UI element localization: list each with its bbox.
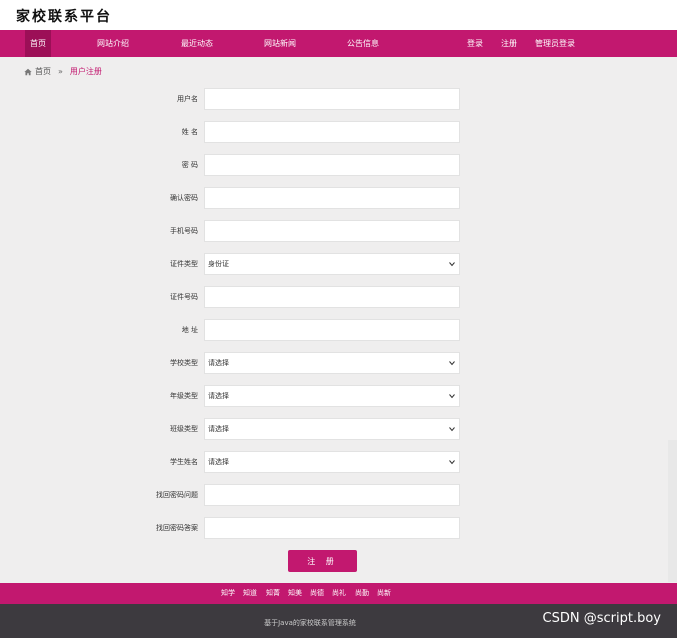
register-submit-button[interactable]: 注 册 (288, 550, 357, 572)
nav-register-link[interactable]: 注册 (501, 30, 517, 57)
form-row-password: 密 码 (150, 154, 470, 176)
footer-copyright: 基于Java的家校联系管理系统 (264, 619, 356, 627)
password-input[interactable] (204, 154, 460, 176)
username-label: 用户名 (177, 95, 198, 103)
form-row-security-question: 找回密码问题 (150, 484, 470, 506)
footer-link[interactable]: 知美 (288, 583, 302, 604)
password-label: 密 码 (181, 161, 198, 169)
side-decoration (668, 440, 677, 582)
class-type-selected-value: 请选择 (208, 425, 229, 433)
id-type-selected-value: 身份证 (208, 260, 229, 268)
nav-item-about[interactable]: 网站介绍 (97, 30, 129, 57)
security-question-input[interactable] (204, 484, 460, 506)
nav-item-notices[interactable]: 公告信息 (347, 30, 379, 57)
footer-link[interactable]: 尚勤 (355, 583, 369, 604)
id-type-label: 证件类型 (170, 260, 198, 268)
main-nav: 首页 网站介绍 最近动态 网站新闻 公告信息 登录 注册 管理员登录 (0, 30, 677, 57)
chevron-down-icon (449, 427, 455, 432)
footer-link[interactable]: 知学 (221, 583, 235, 604)
student-name-label: 学生姓名 (170, 458, 198, 466)
grade-type-select[interactable]: 请选择 (204, 385, 460, 407)
grade-type-label: 年级类型 (170, 392, 198, 400)
breadcrumb-separator: » (58, 67, 63, 76)
footer-link[interactable]: 尚新 (377, 583, 391, 604)
grade-type-selected-value: 请选择 (208, 392, 229, 400)
confirm-password-input[interactable] (204, 187, 460, 209)
site-title: 家校联系平台 (16, 9, 112, 25)
chevron-down-icon (449, 460, 455, 465)
form-row-phone: 手机号码 (150, 220, 470, 242)
address-input[interactable] (204, 319, 460, 341)
form-row-confirm-password: 确认密码 (150, 187, 470, 209)
id-number-input[interactable] (204, 286, 460, 308)
chevron-down-icon (449, 361, 455, 366)
top-header: 家校联系平台 (0, 0, 677, 30)
form-row-grade-type: 年级类型 请选择 (150, 385, 470, 407)
phone-input[interactable] (204, 220, 460, 242)
school-type-selected-value: 请选择 (208, 359, 229, 367)
breadcrumb-home-link[interactable]: 首页 (35, 66, 51, 77)
chevron-down-icon (449, 394, 455, 399)
csdn-watermark: CSDN @script.boy (542, 611, 661, 626)
nav-item-news-recent[interactable]: 最近动态 (181, 30, 213, 57)
nav-login-link[interactable]: 登录 (467, 30, 483, 57)
page-footer: 基于Java的家校联系管理系统 CSDN @script.boy (0, 604, 677, 638)
name-label: 姓 名 (181, 128, 198, 136)
school-type-label: 学校类型 (170, 359, 198, 367)
form-row-name: 姓 名 (150, 121, 470, 143)
phone-label: 手机号码 (170, 227, 198, 235)
breadcrumb-current: 用户注册 (69, 67, 102, 76)
footer-link-bar: 知学 知道 知菁 知美 尚德 尚礼 尚勤 尚新 (0, 583, 677, 604)
form-row-address: 地 址 (150, 319, 470, 341)
nav-admin-login-link[interactable]: 管理员登录 (535, 30, 575, 57)
address-label: 地 址 (181, 326, 198, 334)
form-row-security-answer: 找回密码答案 (150, 517, 470, 539)
form-row-class-type: 班级类型 请选择 (150, 418, 470, 440)
footer-link[interactable]: 知道 (243, 583, 257, 604)
security-question-label: 找回密码问题 (156, 491, 198, 499)
nav-item-site-news[interactable]: 网站新闻 (264, 30, 296, 57)
class-type-select[interactable]: 请选择 (204, 418, 460, 440)
form-row-id-number: 证件号码 (150, 286, 470, 308)
student-name-selected-value: 请选择 (208, 458, 229, 466)
id-number-label: 证件号码 (170, 293, 198, 301)
breadcrumb: 首页 » 用户注册 (24, 66, 102, 77)
username-input[interactable] (204, 88, 460, 110)
footer-link[interactable]: 知菁 (266, 583, 280, 604)
id-type-select[interactable]: 身份证 (204, 253, 460, 275)
class-type-label: 班级类型 (170, 425, 198, 433)
school-type-select[interactable]: 请选择 (204, 352, 460, 374)
student-name-select[interactable]: 请选择 (204, 451, 460, 473)
chevron-down-icon (449, 262, 455, 267)
form-row-username: 用户名 (150, 88, 470, 110)
footer-link[interactable]: 尚德 (310, 583, 324, 604)
form-row-student-name: 学生姓名 请选择 (150, 451, 470, 473)
security-answer-label: 找回密码答案 (156, 524, 198, 532)
footer-link[interactable]: 尚礼 (332, 583, 346, 604)
security-answer-input[interactable] (204, 517, 460, 539)
name-input[interactable] (204, 121, 460, 143)
form-row-school-type: 学校类型 请选择 (150, 352, 470, 374)
nav-item-home[interactable]: 首页 (25, 30, 51, 57)
form-row-id-type: 证件类型 身份证 (150, 253, 470, 275)
confirm-password-label: 确认密码 (170, 194, 198, 202)
home-icon (24, 68, 32, 75)
